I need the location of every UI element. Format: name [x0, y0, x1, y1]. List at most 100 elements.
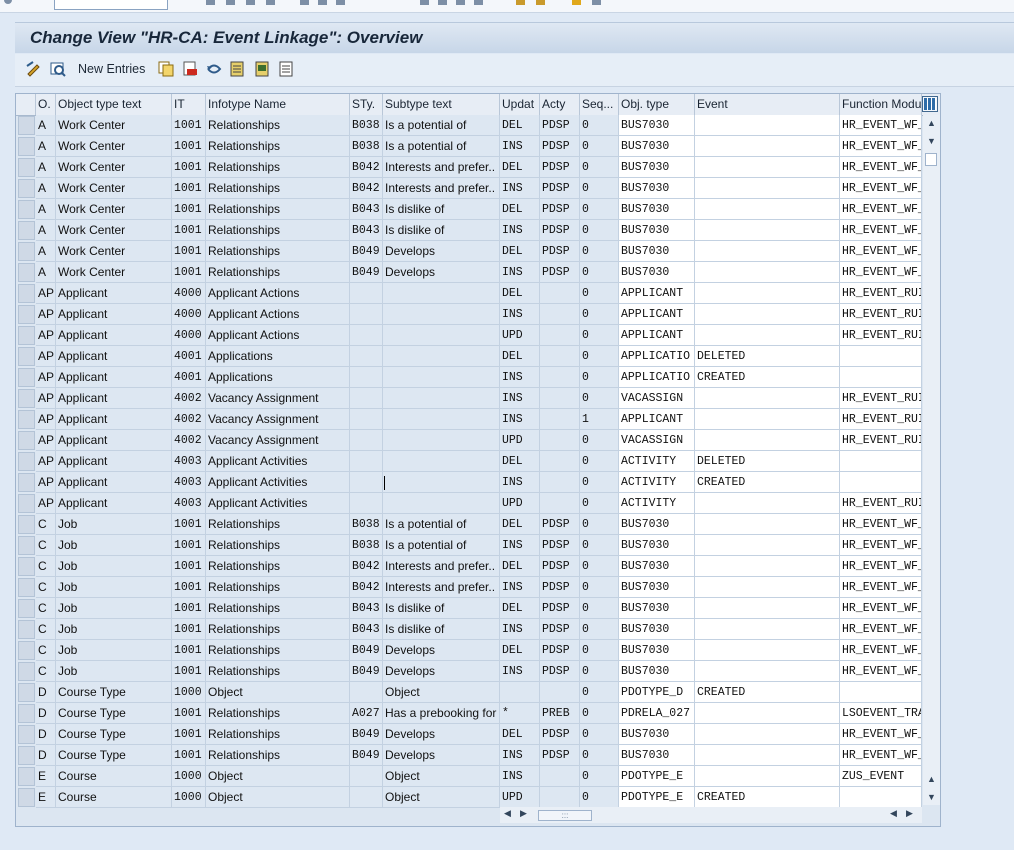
previous-page-icon[interactable]: [438, 0, 447, 5]
column-header-subtype[interactable]: STy.: [350, 94, 383, 115]
cell-event[interactable]: [695, 262, 840, 283]
cell-obj-type[interactable]: BUS7030: [619, 661, 695, 682]
cell-function-module[interactable]: [840, 472, 922, 493]
cell-function-module[interactable]: [840, 367, 922, 388]
table-row[interactable]: C Job 1001 Relationships B049 Develops DEL PDSP…: [16, 640, 922, 661]
cell-function-module[interactable]: HR_EVENT_WF_: [840, 514, 922, 535]
cell-event[interactable]: CREATED: [695, 472, 840, 493]
next-page-icon[interactable]: [456, 0, 465, 5]
row-selector[interactable]: [18, 536, 35, 555]
cell-function-module[interactable]: LSOEVENT_TRA: [840, 703, 922, 724]
cell-function-module[interactable]: HR_EVENT_WF_: [840, 640, 922, 661]
row-selector[interactable]: [18, 221, 35, 240]
cell-function-module[interactable]: HR_EVENT_WF_: [840, 661, 922, 682]
row-selector[interactable]: [18, 137, 35, 156]
horizontal-scroll-thumb[interactable]: :::: [538, 810, 592, 821]
cell-event[interactable]: [695, 199, 840, 220]
cell-event[interactable]: [695, 493, 840, 514]
table-row[interactable]: AP Applicant 4003 Applicant Activities INS 0 A…: [16, 472, 922, 493]
row-selector[interactable]: [18, 116, 35, 135]
cell-obj-type[interactable]: BUS7030: [619, 556, 695, 577]
row-selector[interactable]: [18, 410, 35, 429]
row-selector[interactable]: [18, 452, 35, 471]
scroll-page-down-icon[interactable]: ▼: [927, 793, 936, 802]
new-session-icon[interactable]: [516, 0, 525, 5]
cell-obj-type[interactable]: BUS7030: [619, 640, 695, 661]
cell-obj-type[interactable]: PDOTYPE_E: [619, 787, 695, 808]
table-row[interactable]: AP Applicant 4000 Applicant Actions INS 0 APPL…: [16, 304, 922, 325]
cell-obj-type[interactable]: APPLICANT: [619, 304, 695, 325]
scroll-up-icon[interactable]: ▲: [927, 119, 936, 128]
table-row[interactable]: AP Applicant 4002 Vacancy Assignment INS 1 APP…: [16, 409, 922, 430]
cell-obj-type[interactable]: APPLICANT: [619, 283, 695, 304]
change-display-icon[interactable]: [25, 60, 43, 78]
row-selector[interactable]: [18, 284, 35, 303]
help-icon[interactable]: [572, 0, 581, 5]
column-header-object-type-text[interactable]: Object type text: [56, 94, 172, 115]
cell-obj-type[interactable]: BUS7030: [619, 199, 695, 220]
cell-function-module[interactable]: [840, 787, 922, 808]
cell-function-module[interactable]: HR_EVENT_WF_: [840, 136, 922, 157]
table-row[interactable]: A Work Center 1001 Relationships B042 Interes…: [16, 157, 922, 178]
row-selector[interactable]: [18, 662, 35, 681]
cell-function-module[interactable]: HR_EVENT_RUI: [840, 493, 922, 514]
scroll-left-icon[interactable]: ◀: [504, 808, 511, 819]
row-selector[interactable]: [18, 725, 35, 744]
table-row[interactable]: AP Applicant 4002 Vacancy Assignment UPD 0 VAC…: [16, 430, 922, 451]
column-header-update[interactable]: Updat: [500, 94, 540, 115]
cell-function-module[interactable]: HR_EVENT_WF_: [840, 241, 922, 262]
cell-event[interactable]: [695, 136, 840, 157]
cell-function-module[interactable]: HR_EVENT_WF_: [840, 556, 922, 577]
cell-obj-type[interactable]: BUS7030: [619, 619, 695, 640]
column-header-function-module[interactable]: Function Modu: [840, 94, 922, 115]
select-block-icon[interactable]: [253, 60, 271, 78]
cell-event[interactable]: [695, 178, 840, 199]
table-row[interactable]: C Job 1001 Relationships B043 Is dislike of DE…: [16, 598, 922, 619]
cell-obj-type[interactable]: BUS7030: [619, 598, 695, 619]
cell-event[interactable]: CREATED: [695, 367, 840, 388]
cell-event[interactable]: [695, 598, 840, 619]
row-selector[interactable]: [18, 767, 35, 786]
table-row[interactable]: C Job 1001 Relationships B042 Interests and p…: [16, 577, 922, 598]
cell-event[interactable]: [695, 430, 840, 451]
cell-obj-type[interactable]: BUS7030: [619, 724, 695, 745]
cell-event[interactable]: [695, 556, 840, 577]
row-selector[interactable]: [18, 242, 35, 261]
row-selector[interactable]: [18, 347, 35, 366]
column-header-subtype-text[interactable]: Subtype text: [383, 94, 500, 115]
layout-menu-icon[interactable]: [592, 0, 601, 5]
exit-icon[interactable]: [246, 0, 255, 5]
cell-obj-type[interactable]: VACASSIGN: [619, 430, 695, 451]
row-selector[interactable]: [18, 263, 35, 282]
table-row[interactable]: D Course Type 1001 Relationships B049 Develop…: [16, 724, 922, 745]
column-header-obj-type[interactable]: Obj. type: [619, 94, 695, 115]
column-header-event[interactable]: Event: [695, 94, 840, 115]
row-selector[interactable]: [18, 515, 35, 534]
cell-obj-type[interactable]: BUS7030: [619, 745, 695, 766]
scroll-page-up-icon[interactable]: ▲: [927, 775, 936, 784]
delete-icon[interactable]: [181, 60, 199, 78]
cell-event[interactable]: DELETED: [695, 451, 840, 472]
table-row[interactable]: A Work Center 1001 Relationships B043 Is disl…: [16, 220, 922, 241]
row-selector[interactable]: [18, 620, 35, 639]
back-icon[interactable]: [226, 0, 235, 5]
cell-event[interactable]: [695, 745, 840, 766]
cell-function-module[interactable]: HR_EVENT_RUI: [840, 430, 922, 451]
table-row[interactable]: A Work Center 1001 Relationships B038 Is a po…: [16, 136, 922, 157]
select-all-rows-header[interactable]: [16, 94, 36, 115]
horizontal-scrollbar[interactable]: ◀ ▶ ::: ◀ ▶: [500, 807, 922, 823]
cell-event[interactable]: [695, 514, 840, 535]
cell-function-module[interactable]: HR_EVENT_WF_: [840, 535, 922, 556]
scroll-down-small-icon[interactable]: ▼: [927, 137, 936, 146]
cell-obj-type[interactable]: ACTIVITY: [619, 472, 695, 493]
row-selector[interactable]: [18, 788, 35, 807]
cell-obj-type[interactable]: APPLICATIO: [619, 367, 695, 388]
cell-obj-type[interactable]: ACTIVITY: [619, 493, 695, 514]
table-row[interactable]: D Course Type 1001 Relationships A027 Has a p…: [16, 703, 922, 724]
copy-icon[interactable]: [157, 60, 175, 78]
cell-event[interactable]: [695, 535, 840, 556]
table-row[interactable]: E Course 1000 Object Object UPD 0 PDOTYPE_E CREA…: [16, 787, 922, 808]
cell-function-module[interactable]: ZUS_EVENT: [840, 766, 922, 787]
row-selector[interactable]: [18, 578, 35, 597]
row-selector[interactable]: [18, 473, 35, 492]
